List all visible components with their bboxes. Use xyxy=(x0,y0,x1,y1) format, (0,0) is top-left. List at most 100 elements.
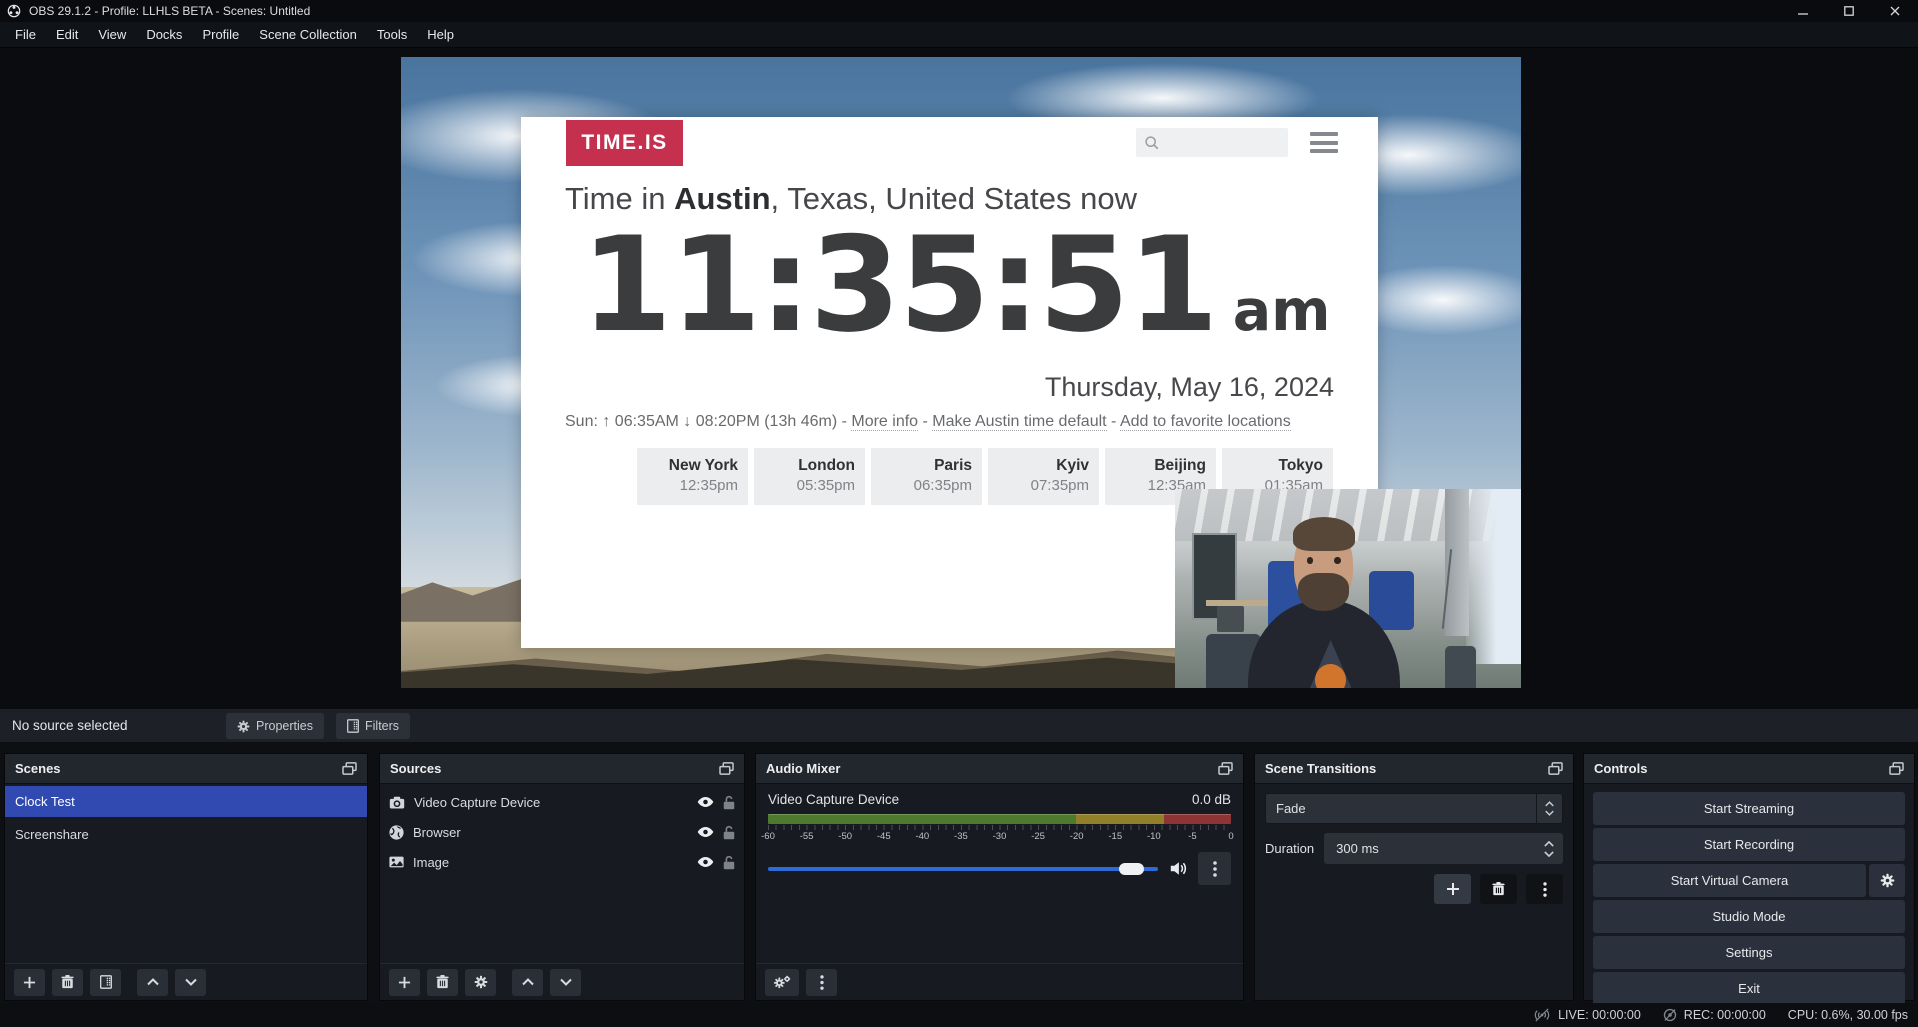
chevron-up-icon xyxy=(1544,841,1554,847)
trash-icon xyxy=(61,975,74,989)
audio-mixer-dock: Audio Mixer Video Capture Device 0.0 dB … xyxy=(755,753,1244,1001)
speaker-icon[interactable] xyxy=(1169,861,1187,876)
add-scene-button[interactable] xyxy=(14,969,45,996)
menu-profile[interactable]: Profile xyxy=(192,22,249,47)
source-status-text: No source selected xyxy=(12,709,128,742)
transition-menu-button[interactable] xyxy=(1526,874,1563,904)
menu-bar: File Edit View Docks Profile Scene Colle… xyxy=(0,22,1918,48)
volume-meter xyxy=(768,814,1231,824)
chevron-down-icon xyxy=(1545,810,1554,816)
source-properties-button[interactable] xyxy=(465,969,496,996)
start-streaming-button[interactable]: Start Streaming xyxy=(1593,792,1905,825)
scenes-dock-title: Scenes xyxy=(15,761,61,776)
studio-mode-button[interactable]: Studio Mode xyxy=(1593,900,1905,933)
timeis-logo: TIME.IS xyxy=(566,120,683,166)
filter-icon xyxy=(100,975,112,989)
camera-icon xyxy=(389,796,405,809)
double-gear-icon xyxy=(774,975,791,990)
menu-docks[interactable]: Docks xyxy=(136,22,192,47)
popout-icon[interactable] xyxy=(1548,762,1563,775)
make-default-link: Make Austin time default xyxy=(932,413,1106,431)
remove-transition-button[interactable] xyxy=(1480,874,1517,904)
settings-button[interactable]: Settings xyxy=(1593,936,1905,969)
duration-input[interactable]: 300 ms xyxy=(1324,833,1563,864)
menu-tools[interactable]: Tools xyxy=(367,22,417,47)
rec-status: REC: 00:00:00 xyxy=(1663,1008,1766,1022)
remove-scene-button[interactable] xyxy=(52,969,83,996)
move-source-up-button[interactable] xyxy=(512,969,543,996)
mixer-channel-name: Video Capture Device xyxy=(768,792,899,807)
popout-icon[interactable] xyxy=(1889,762,1904,775)
select-arrows xyxy=(1536,794,1562,823)
volume-slider-handle[interactable] xyxy=(1119,863,1144,875)
menu-help[interactable]: Help xyxy=(417,22,464,47)
add-transition-button[interactable] xyxy=(1434,874,1471,904)
kebab-menu-icon xyxy=(820,975,824,990)
lock-icon[interactable] xyxy=(723,855,735,870)
exit-button[interactable]: Exit xyxy=(1593,972,1905,1005)
audio-mixer-dock-title: Audio Mixer xyxy=(766,761,840,776)
plus-icon xyxy=(23,976,36,989)
obs-window: OBS 29.1.2 - Profile: LLHLS BETA - Scene… xyxy=(0,0,1918,1027)
maximize-button[interactable] xyxy=(1826,0,1872,22)
properties-button[interactable]: Properties xyxy=(226,713,324,739)
chevron-down-icon xyxy=(185,978,197,986)
start-virtual-camera-button[interactable]: Start Virtual Camera xyxy=(1593,864,1866,897)
source-item-image[interactable]: Image xyxy=(380,847,744,877)
trash-icon xyxy=(436,975,449,989)
move-scene-down-button[interactable] xyxy=(175,969,206,996)
preview-area: TIME.IS Time in Austin, Texas, United St… xyxy=(0,48,1918,709)
lock-icon[interactable] xyxy=(723,825,735,840)
duration-label: Duration xyxy=(1265,841,1314,856)
visibility-eye-icon[interactable] xyxy=(697,826,714,838)
transitions-dock-title: Scene Transitions xyxy=(1265,761,1376,776)
obs-logo-icon xyxy=(7,4,21,18)
move-scene-up-button[interactable] xyxy=(137,969,168,996)
live-status: LIVE: 00:00:00 xyxy=(1533,1008,1641,1022)
scene-item-clock-test[interactable]: Clock Test xyxy=(5,786,367,817)
minimize-button[interactable] xyxy=(1780,0,1826,22)
menu-view[interactable]: View xyxy=(88,22,136,47)
source-item-video-capture[interactable]: Video Capture Device xyxy=(380,787,744,817)
menu-edit[interactable]: Edit xyxy=(46,22,88,47)
menu-scene-collection[interactable]: Scene Collection xyxy=(249,22,367,47)
city-time-box: Paris06:35pm xyxy=(871,448,982,505)
webcam-video-source xyxy=(1175,489,1521,688)
popout-icon[interactable] xyxy=(719,762,734,775)
move-source-down-button[interactable] xyxy=(550,969,581,996)
add-source-button[interactable] xyxy=(389,969,420,996)
chevron-down-icon xyxy=(1544,851,1554,857)
scene-filters-button[interactable] xyxy=(90,969,121,996)
spinner-arrows[interactable] xyxy=(1544,833,1554,864)
window-title: OBS 29.1.2 - Profile: LLHLS BETA - Scene… xyxy=(29,4,310,18)
close-button[interactable] xyxy=(1872,0,1918,22)
volume-slider[interactable] xyxy=(768,857,1158,881)
gear-icon xyxy=(474,975,488,989)
add-favorite-link: Add to favorite locations xyxy=(1120,413,1291,431)
clock-display: 11:35:51 am xyxy=(581,213,1331,357)
channel-menu-button[interactable] xyxy=(1198,852,1231,885)
scene-preview-canvas[interactable]: TIME.IS Time in Austin, Texas, United St… xyxy=(401,57,1521,688)
advanced-audio-button[interactable] xyxy=(765,969,799,996)
popout-icon[interactable] xyxy=(342,762,357,775)
source-item-browser[interactable]: Browser xyxy=(380,817,744,847)
scene-item-screenshare[interactable]: Screenshare xyxy=(5,819,367,850)
chevron-down-icon xyxy=(560,978,572,986)
gear-icon xyxy=(237,720,250,733)
mixer-menu-button[interactable] xyxy=(806,969,837,996)
visibility-eye-icon[interactable] xyxy=(697,856,714,868)
chevron-up-icon xyxy=(147,978,159,986)
transition-select[interactable]: Fade xyxy=(1265,793,1563,824)
virtual-camera-config-button[interactable] xyxy=(1869,864,1905,897)
lock-icon[interactable] xyxy=(723,795,735,810)
filters-button[interactable]: Filters xyxy=(336,713,410,739)
scene-transitions-dock: Scene Transitions Fade Duration 300 ms xyxy=(1254,753,1574,1001)
menu-file[interactable]: File xyxy=(5,22,46,47)
remove-source-button[interactable] xyxy=(427,969,458,996)
popout-icon[interactable] xyxy=(1218,762,1233,775)
start-recording-button[interactable]: Start Recording xyxy=(1593,828,1905,861)
city-time-box: New York12:35pm xyxy=(637,448,748,505)
visibility-eye-icon[interactable] xyxy=(697,796,714,808)
chevron-up-icon xyxy=(522,978,534,986)
image-icon xyxy=(389,856,404,868)
